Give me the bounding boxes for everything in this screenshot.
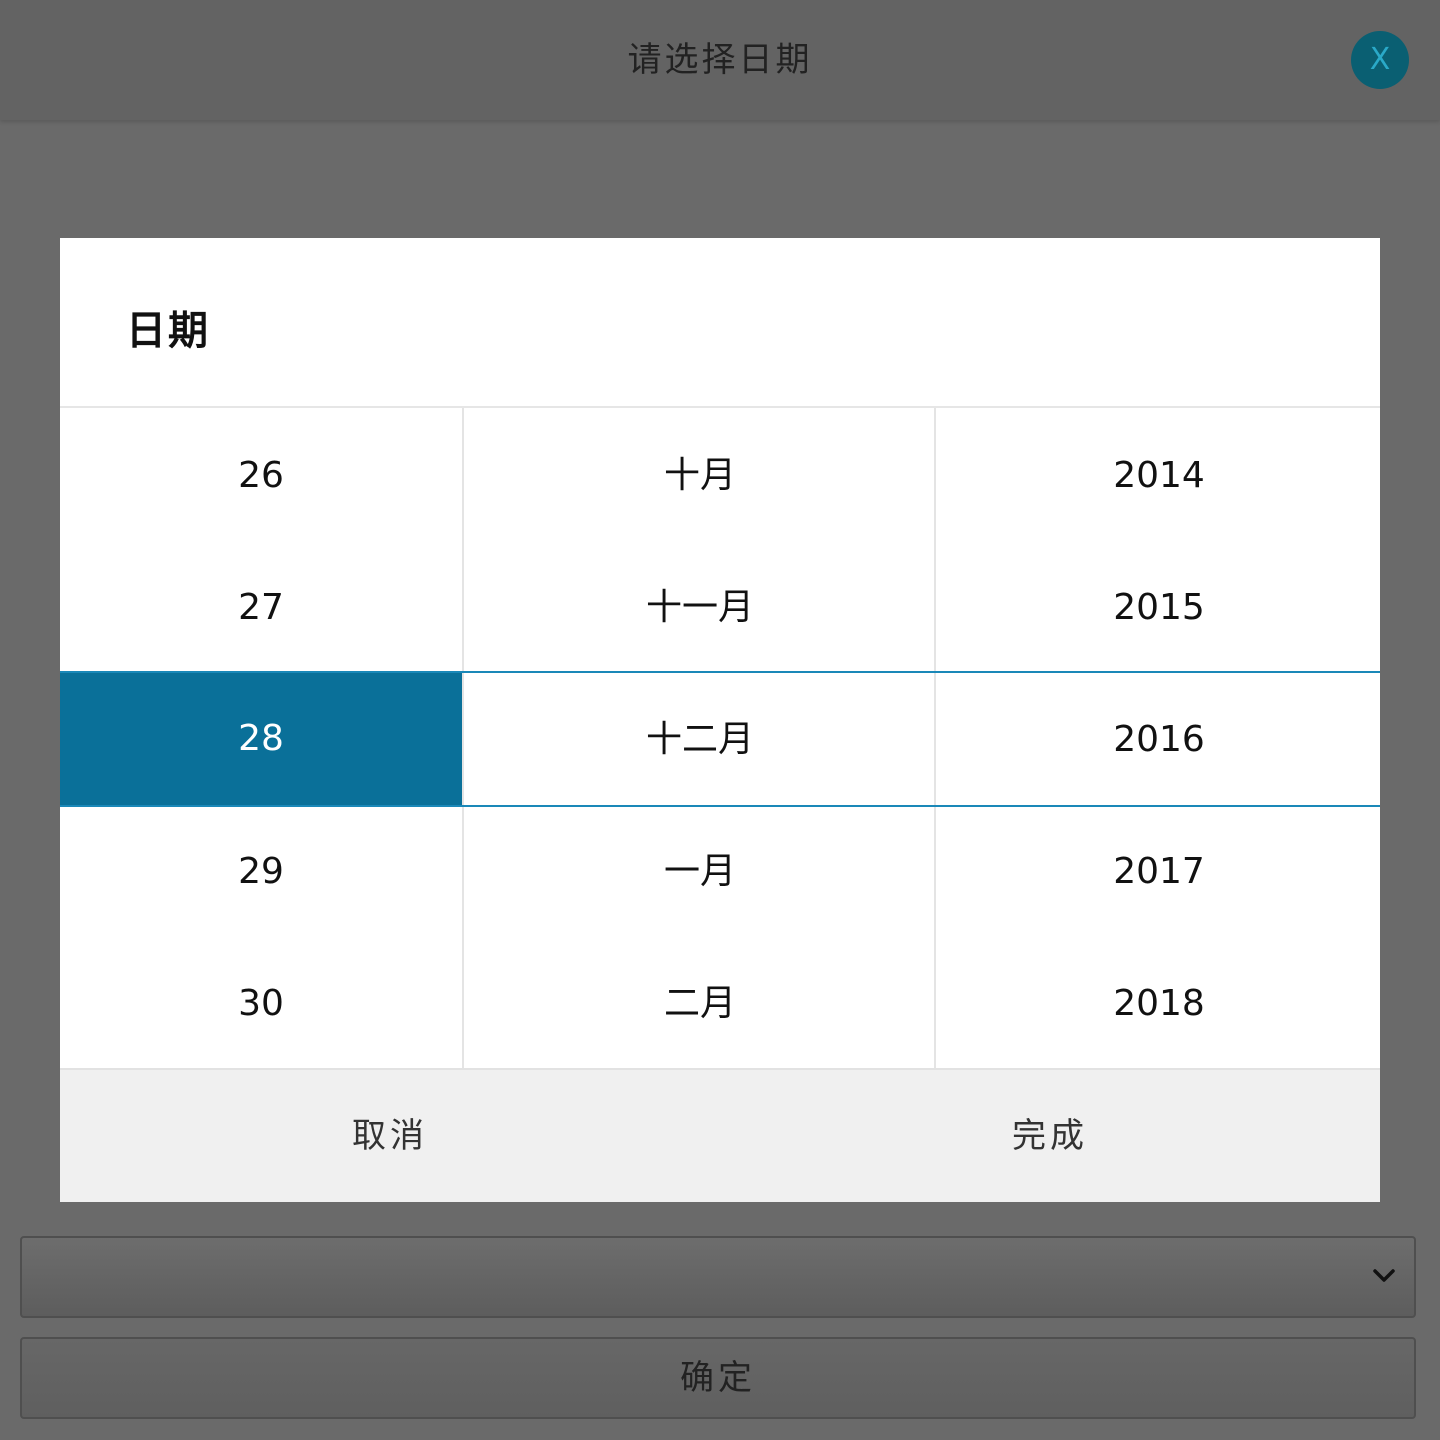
month-option[interactable]: 二月 bbox=[464, 938, 936, 1070]
page-title: 请选择日期 bbox=[627, 40, 813, 80]
selection-line-bottom bbox=[60, 805, 1380, 807]
day-option-selected[interactable]: 28 bbox=[60, 673, 462, 805]
year-option[interactable]: 2017 bbox=[936, 806, 1382, 938]
month-option-selected[interactable]: 十二月 bbox=[464, 674, 936, 806]
year-option[interactable]: 2014 bbox=[936, 410, 1382, 542]
year-option[interactable]: 2018 bbox=[936, 938, 1382, 1070]
day-column[interactable]: 26 27 28 29 30 bbox=[60, 408, 462, 1070]
date-picker-wheels: 26 27 28 29 30 十月 十一月 十二月 一月 二月 2014 201… bbox=[60, 406, 1380, 1070]
dialog-title: 日期 bbox=[126, 308, 210, 354]
top-bar: 请选择日期 X bbox=[0, 0, 1440, 120]
date-picker-dialog: 日期 26 27 28 29 30 十月 十一月 十二月 一月 二月 2014 … bbox=[60, 238, 1380, 1202]
day-option[interactable]: 27 bbox=[60, 542, 462, 674]
dialog-footer: 取消 完成 bbox=[60, 1068, 1380, 1202]
year-option-selected[interactable]: 2016 bbox=[936, 674, 1382, 806]
month-column[interactable]: 十月 十一月 十二月 一月 二月 bbox=[462, 408, 936, 1070]
close-icon: X bbox=[1369, 42, 1391, 77]
chevron-down-icon bbox=[1373, 1269, 1395, 1282]
date-select-field[interactable] bbox=[20, 1236, 1416, 1318]
selection-line-top bbox=[60, 671, 1380, 673]
day-option[interactable]: 30 bbox=[60, 938, 462, 1070]
close-button[interactable]: X bbox=[1351, 31, 1409, 89]
day-option[interactable]: 26 bbox=[60, 410, 462, 542]
cancel-button[interactable]: 取消 bbox=[60, 1070, 720, 1202]
year-column[interactable]: 2014 2015 2016 2017 2018 bbox=[934, 408, 1382, 1070]
year-option[interactable]: 2015 bbox=[936, 542, 1382, 674]
done-button[interactable]: 完成 bbox=[720, 1070, 1380, 1202]
confirm-button[interactable]: 确定 bbox=[20, 1337, 1416, 1419]
day-option[interactable]: 29 bbox=[60, 806, 462, 938]
month-option[interactable]: 十一月 bbox=[464, 542, 936, 674]
month-option[interactable]: 十月 bbox=[464, 410, 936, 542]
month-option[interactable]: 一月 bbox=[464, 806, 936, 938]
